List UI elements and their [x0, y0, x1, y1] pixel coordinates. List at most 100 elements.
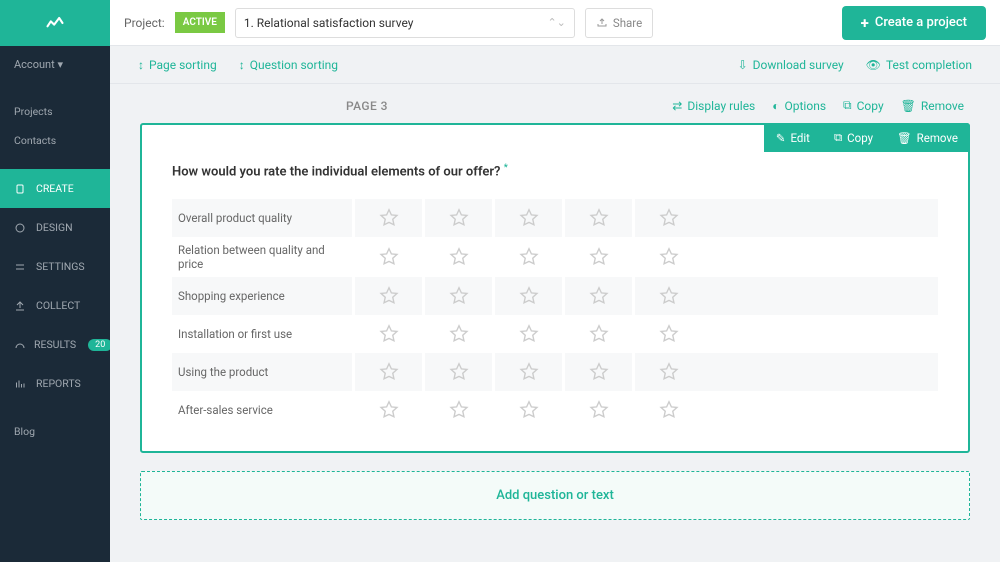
nav-label: REPORTS [36, 377, 81, 390]
remove-page-action[interactable]: 🗑 Remove [901, 98, 964, 113]
branch-icon: ⇄ [672, 99, 682, 113]
star-cell[interactable] [632, 199, 702, 237]
copy-icon: ⧉ [843, 98, 852, 113]
star-icon [448, 323, 470, 345]
star-cell[interactable] [562, 199, 632, 237]
star-cell[interactable] [562, 315, 632, 353]
test-completion-link[interactable]: 👁 Test completion [866, 58, 972, 72]
create-project-label: Create a project [875, 15, 967, 30]
star-cell[interactable] [352, 391, 422, 429]
star-cell[interactable] [352, 238, 422, 276]
palette-icon [14, 222, 28, 234]
project-select[interactable]: 1. Relational satisfaction survey ⌃⌄ [235, 8, 575, 38]
matrix-row-label: Using the product [172, 359, 352, 385]
star-cell[interactable] [492, 315, 562, 353]
star-cell[interactable] [492, 199, 562, 237]
star-icon [658, 246, 680, 268]
star-cell[interactable] [492, 238, 562, 276]
share-icon [596, 17, 608, 29]
star-icon [588, 207, 610, 229]
star-cell[interactable] [492, 391, 562, 429]
trash-icon: 🗑 [897, 131, 912, 145]
star-cell[interactable] [422, 238, 492, 276]
project-label: Project: [124, 16, 165, 30]
nav-contacts[interactable]: Contacts [0, 126, 110, 155]
star-icon [658, 323, 680, 345]
page-label: PAGE 3 [346, 99, 388, 113]
star-cell[interactable] [562, 238, 632, 276]
star-cell[interactable] [632, 391, 702, 429]
star-cell[interactable] [492, 277, 562, 315]
star-cell[interactable] [422, 277, 492, 315]
nav-settings[interactable]: SETTINGS [0, 247, 110, 286]
star-icon [588, 246, 610, 268]
star-cell[interactable] [422, 315, 492, 353]
options-action[interactable]: ◐ Options [772, 98, 826, 113]
add-question-zone[interactable]: Add question or text [140, 471, 970, 520]
star-icon [658, 361, 680, 383]
star-icon [588, 361, 610, 383]
nav-projects[interactable]: Projects [0, 97, 110, 126]
star-icon [518, 323, 540, 345]
copy-label: Copy [847, 131, 873, 145]
plus-icon: + [861, 14, 869, 32]
star-cell[interactable] [352, 199, 422, 237]
star-icon [378, 246, 400, 268]
copy-question-button[interactable]: ⧉ Copy [822, 123, 885, 152]
sliders-icon [14, 261, 28, 273]
create-project-button[interactable]: + Create a project [842, 6, 986, 40]
star-cell[interactable] [632, 277, 702, 315]
star-cell[interactable] [352, 277, 422, 315]
nav-design[interactable]: DESIGN [0, 208, 110, 247]
star-icon [448, 207, 470, 229]
page-sorting-link[interactable]: ↕ Page sorting [138, 58, 217, 72]
star-cell[interactable] [492, 353, 562, 391]
eye-icon: 👁 [866, 58, 881, 72]
nav-label: SETTINGS [36, 260, 85, 273]
account-menu[interactable]: Account ▾ [0, 46, 110, 83]
copy-icon: ⧉ [834, 130, 842, 145]
star-icon [378, 361, 400, 383]
edit-question-button[interactable]: ✎ Edit [764, 123, 822, 152]
question-sorting-link[interactable]: ↕ Question sorting [239, 58, 338, 72]
status-badge: ACTIVE [175, 12, 225, 33]
star-cell[interactable] [422, 199, 492, 237]
nav-collect[interactable]: COLLECT [0, 286, 110, 325]
nav-create[interactable]: CREATE [0, 169, 110, 208]
copy-label: Copy [857, 99, 884, 113]
display-rules-action[interactable]: ⇄ Display rules [672, 98, 755, 113]
edit-label: Edit [790, 131, 809, 145]
nav-results[interactable]: RESULTS 20 [0, 325, 110, 364]
star-cell[interactable] [632, 353, 702, 391]
topbar: Project: ACTIVE 1. Relational satisfacti… [110, 0, 1000, 46]
rating-matrix: Overall product qualityRelation between … [172, 199, 938, 429]
matrix-row: Overall product quality [172, 199, 938, 237]
share-button[interactable]: Share [585, 8, 653, 38]
nav-reports[interactable]: REPORTS [0, 364, 110, 403]
content: PAGE 3 ⇄ Display rules ◐ Options ⧉ Copy … [110, 84, 1000, 562]
question-title-text: How would you rate the individual elemen… [172, 164, 500, 179]
star-icon [448, 399, 470, 421]
star-cell[interactable] [422, 391, 492, 429]
nav-label: CREATE [36, 182, 74, 195]
star-cell[interactable] [352, 353, 422, 391]
star-cell[interactable] [352, 315, 422, 353]
star-icon [448, 361, 470, 383]
star-icon [448, 246, 470, 268]
star-icon [588, 399, 610, 421]
star-cell[interactable] [632, 238, 702, 276]
remove-question-button[interactable]: 🗑 Remove [885, 123, 970, 152]
star-cell[interactable] [562, 391, 632, 429]
star-cell[interactable] [422, 353, 492, 391]
star-cell[interactable] [562, 277, 632, 315]
star-cell[interactable] [632, 315, 702, 353]
remove-label: Remove [921, 99, 964, 113]
nav-blog[interactable]: Blog [0, 417, 110, 446]
nav-label: RESULTS [34, 338, 76, 351]
star-cell[interactable] [562, 353, 632, 391]
logo[interactable] [0, 0, 110, 46]
remove-label: Remove [917, 131, 958, 145]
copy-page-action[interactable]: ⧉ Copy [843, 98, 884, 113]
download-survey-link[interactable]: ⇩ Download survey [738, 58, 844, 72]
subbar: ↕ Page sorting ↕ Question sorting ⇩ Down… [110, 46, 1000, 84]
